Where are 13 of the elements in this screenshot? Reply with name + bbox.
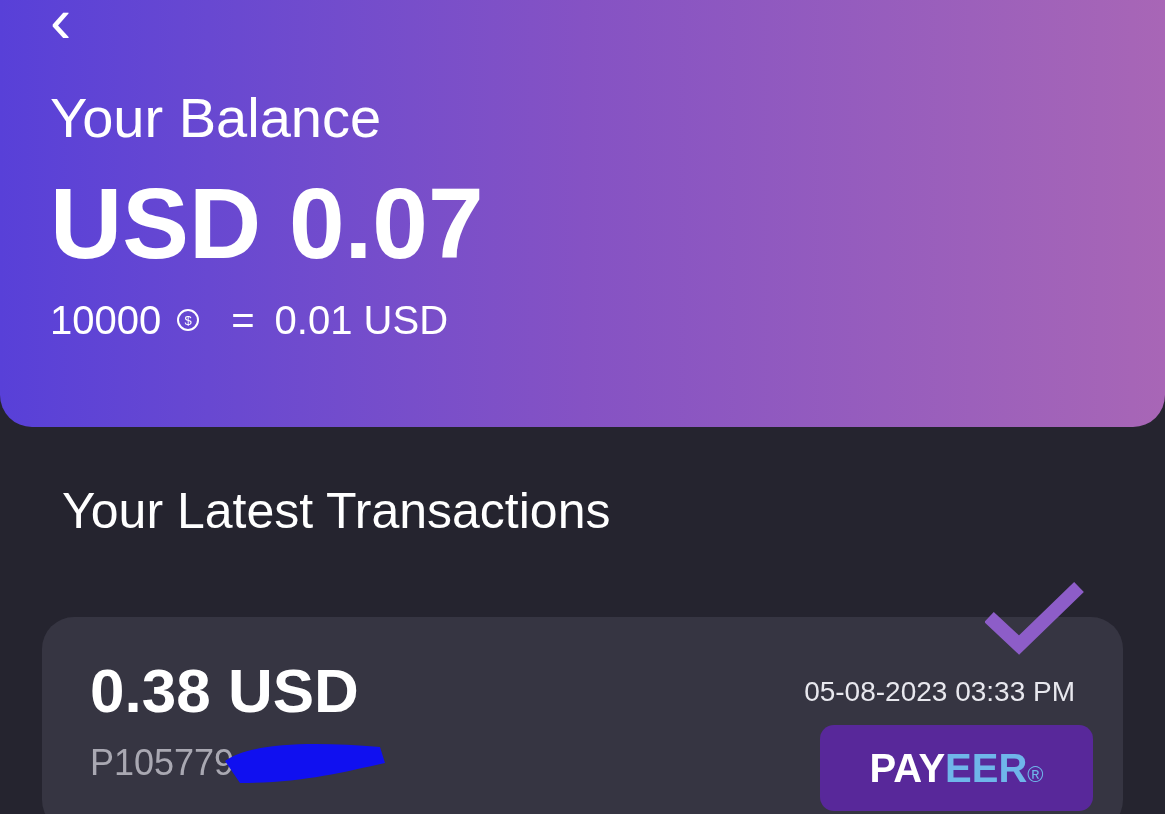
logo-text: PAYEER®	[869, 745, 1044, 792]
coin-icon: $	[177, 309, 200, 331]
coin-amount: 10000	[50, 297, 162, 344]
balance-title: Your Balance	[50, 86, 383, 150]
balance-amount: USD 0.07	[50, 168, 485, 278]
transactions-title: Your Latest Transactions	[62, 482, 612, 541]
back-button[interactable]: ‹	[50, 0, 90, 40]
transaction-amount: 0.38 USD	[90, 655, 360, 727]
usd-rate: 0.01 USD	[274, 297, 448, 344]
equals-sign: =	[231, 297, 255, 344]
transaction-card[interactable]: 0.38 USD P105779 05-08-2023 03:33 PM PAYEER®	[42, 617, 1123, 814]
transaction-date: 05-08-2023 03:33 PM	[804, 675, 1075, 709]
account-id: P105779	[90, 741, 235, 785]
